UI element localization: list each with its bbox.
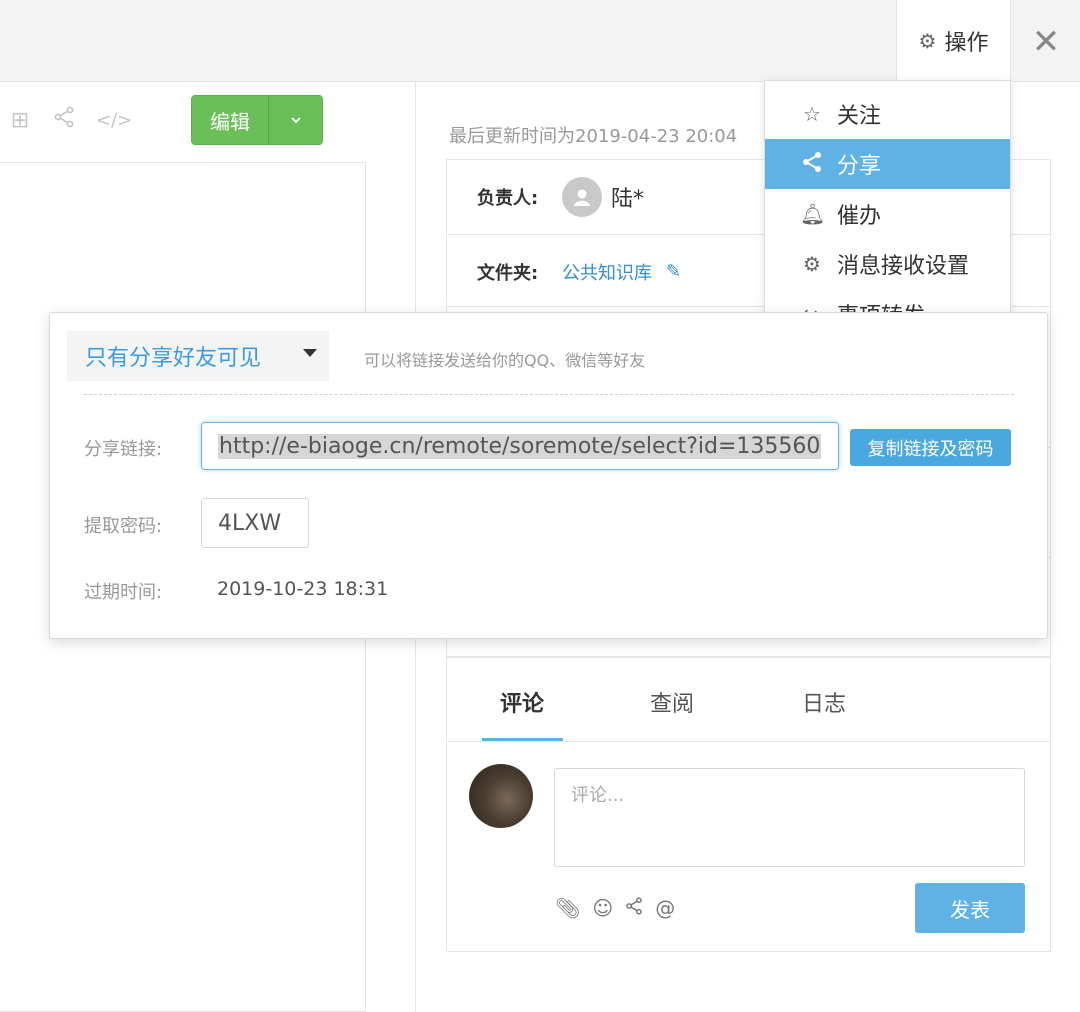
bell-icon: 🔔︎: [800, 202, 826, 226]
link-label: 分享链接:: [84, 439, 163, 460]
gears-icon: ⚙: [803, 252, 821, 276]
edit-button-group: 编辑: [191, 95, 323, 145]
pencil-icon[interactable]: ✎: [666, 261, 681, 282]
dashed-divider: [84, 394, 1014, 395]
menu-item-forward[interactable]: ↪ 事项转发: [765, 289, 1010, 313]
gear-icon: ⚙: [918, 29, 937, 53]
menu-item-notify-settings[interactable]: ⚙ 消息接收设置: [765, 239, 1010, 289]
owner-name: 陆*: [611, 187, 645, 212]
share-outline-icon[interactable]: [52, 106, 76, 134]
comment-card: 评论 查阅 日志 评论... 📎︎ ☺ @ 发表: [446, 657, 1051, 952]
visibility-value: 只有分享好友可见: [85, 346, 262, 371]
expire-value: 2019-10-23 18:31: [217, 578, 389, 600]
share-outline-icon[interactable]: [625, 896, 643, 920]
ops-button[interactable]: ⚙ 操作: [896, 0, 1011, 82]
share-link-value: http://e-biaoge.cn/remote/soremote/selec…: [218, 433, 822, 459]
close-icon[interactable]: ✕: [1030, 24, 1062, 60]
expire-label: 过期时间:: [84, 582, 163, 603]
menu-item-label: 催办: [837, 204, 882, 229]
menu-item-follow[interactable]: ☆ 关注: [765, 89, 1010, 139]
copy-link-button[interactable]: 复制链接及密码: [850, 429, 1011, 466]
password-label: 提取密码:: [84, 516, 163, 537]
user-icon: [574, 189, 590, 206]
comment-tabs: 评论 查阅 日志: [447, 658, 1050, 742]
avatar[interactable]: [562, 177, 602, 217]
updated-time: 最后更新时间为2019-04-23 20:04: [449, 126, 738, 147]
edit-button[interactable]: 编辑: [192, 96, 269, 144]
share-icon: [800, 151, 824, 178]
folder-label: 文件夹:: [477, 262, 539, 284]
mention-icon[interactable]: @: [655, 896, 675, 920]
grid-icon[interactable]: ⊞: [8, 108, 32, 133]
publish-button[interactable]: 发表: [915, 883, 1025, 933]
password-field[interactable]: 4LXW: [201, 498, 309, 548]
share-panel: 只有分享好友可见 可以将链接发送给你的QQ、微信等好友 分享链接: http:/…: [49, 312, 1048, 639]
tab-logs[interactable]: 日志: [802, 686, 846, 718]
ops-dropdown-menu: ☆ 关注 分享 🔔︎ 催办 ⚙ 消息接收设置 ↪ 事项转发: [764, 80, 1011, 314]
top-bar: ⚙ 操作 ✕: [0, 0, 1080, 82]
share-link-input[interactable]: http://e-biaoge.cn/remote/soremote/selec…: [201, 422, 839, 470]
caret-down-icon: [303, 349, 317, 357]
left-toolbar: ⊞ </>: [8, 106, 132, 134]
active-tab-indicator: [482, 738, 563, 741]
tab-comments[interactable]: 评论: [500, 686, 544, 718]
owner-label: 负责人:: [477, 188, 539, 209]
edit-dropdown-button[interactable]: [269, 96, 322, 144]
attachment-icon[interactable]: 📎︎: [555, 896, 580, 920]
avatar: [469, 764, 533, 828]
comment-input[interactable]: 评论...: [554, 768, 1025, 867]
folder-link[interactable]: 公共知识库: [562, 259, 652, 285]
code-icon[interactable]: </>: [96, 110, 132, 131]
menu-item-share[interactable]: 分享: [765, 139, 1010, 189]
comment-tools: 📎︎ ☺ @: [555, 896, 675, 920]
chevron-down-icon: [290, 117, 301, 124]
menu-item-label: 分享: [837, 154, 882, 179]
star-icon: ☆: [803, 102, 821, 126]
emoji-icon[interactable]: ☺: [592, 896, 613, 920]
menu-item-label: 消息接收设置: [837, 254, 970, 279]
share-hint: 可以将链接发送给你的QQ、微信等好友: [364, 351, 646, 370]
menu-item-urge[interactable]: 🔔︎ 催办: [765, 189, 1010, 239]
menu-item-label: 关注: [837, 104, 882, 129]
tab-views[interactable]: 查阅: [650, 686, 694, 718]
visibility-select[interactable]: 只有分享好友可见: [67, 331, 329, 381]
ops-label: 操作: [944, 31, 989, 56]
